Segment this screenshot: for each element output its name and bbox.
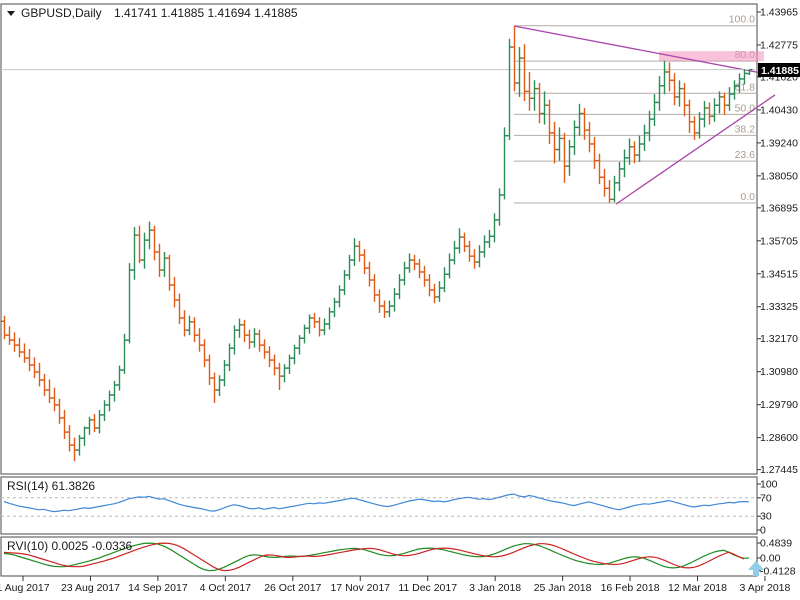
- last-price-badge: 1.41885: [758, 63, 800, 77]
- price-axis-label[interactable]: 1.36895: [760, 202, 798, 214]
- price-axis-label[interactable]: 1.40430: [760, 104, 798, 116]
- price-axis-label[interactable]: 1.43965: [760, 7, 798, 19]
- price-axis-label[interactable]: 1.32170: [760, 333, 798, 345]
- fib-level-label: 100.0: [729, 14, 755, 26]
- rsi-axis-label[interactable]: 100: [760, 479, 778, 491]
- descending-trendline[interactable]: [514, 26, 766, 74]
- date-axis-label[interactable]: 26 Oct 2017: [264, 582, 321, 594]
- date-axis-label[interactable]: 3 Apr 2018: [740, 582, 791, 594]
- price-axis-label[interactable]: 1.34515: [760, 268, 798, 280]
- date-axis-label[interactable]: 11 Dec 2017: [398, 582, 457, 594]
- rsi-axis-label[interactable]: 30: [760, 511, 772, 523]
- price-axis-label[interactable]: 1.30980: [760, 366, 798, 378]
- price-axis-label[interactable]: 1.29790: [760, 399, 798, 411]
- date-axis-label[interactable]: 16 Feb 2018: [601, 582, 660, 594]
- date-axis-label[interactable]: 14 Sep 2017: [128, 582, 188, 594]
- symbol-label: GBPUSD,Daily: [21, 6, 102, 20]
- date-axis-label[interactable]: 3 Jan 2018: [469, 582, 521, 594]
- rvi-axis-label[interactable]: 0.4839: [760, 537, 792, 549]
- fib-level-label: 23.6: [735, 149, 756, 161]
- symbol-title: GBPUSD,Daily 1.41741 1.41885 1.41694 1.4…: [21, 6, 298, 20]
- price-axis-label[interactable]: 1.35705: [760, 235, 798, 247]
- price-axis-label[interactable]: 1.33325: [760, 301, 798, 313]
- symbol-header: GBPUSD,Daily 1.41741 1.41885 1.41694 1.4…: [7, 6, 298, 20]
- rvi-axis-label[interactable]: -0.4128: [760, 565, 796, 577]
- fib-level-label: 0.0: [740, 191, 755, 203]
- date-axis-label[interactable]: 1 Aug 2017: [0, 582, 50, 594]
- date-axis-label[interactable]: 4 Oct 2017: [200, 582, 252, 594]
- main-price-pane[interactable]: [1, 4, 757, 474]
- last-price-value: 1.41885: [761, 65, 799, 77]
- date-axis-label[interactable]: 12 Mar 2018: [668, 582, 727, 594]
- symbol-dropdown-icon[interactable]: [7, 11, 15, 16]
- trading-chart-window: 1.439651.427751.416201.404301.392401.380…: [0, 0, 800, 600]
- price-axis-label[interactable]: 1.39240: [760, 137, 798, 149]
- chart-canvas[interactable]: 1.439651.427751.416201.404301.392401.380…: [0, 0, 800, 600]
- price-axis-label[interactable]: 1.42775: [760, 39, 798, 51]
- fib-level-label: 50.0: [735, 102, 756, 114]
- price-axis-label[interactable]: 1.38050: [760, 170, 798, 182]
- ohlc-values: 1.41741 1.41885 1.41694 1.41885: [114, 6, 298, 20]
- price-axis-label[interactable]: 1.27445: [760, 464, 798, 476]
- rsi-indicator-label: RSI(14) 61.3826: [7, 479, 95, 493]
- date-axis-label[interactable]: 23 Aug 2017: [61, 582, 120, 594]
- chart-graphics: 1.439651.427751.416201.404301.392401.380…: [0, 4, 798, 594]
- price-axis-label[interactable]: 1.28600: [760, 432, 798, 444]
- rsi-axis-label[interactable]: 0: [760, 525, 766, 537]
- rsi-axis-label[interactable]: 70: [760, 492, 772, 504]
- date-axis-label[interactable]: 25 Jan 2018: [534, 582, 592, 594]
- rsi-line: [4, 494, 749, 512]
- date-axis-label[interactable]: 17 Nov 2017: [330, 582, 390, 594]
- rvi-axis-label[interactable]: 0.00: [760, 553, 781, 565]
- rvi-indicator-label: RVI(10) 0.0025 -0.0336: [7, 539, 133, 553]
- fib-level-label: 38.2: [735, 123, 756, 135]
